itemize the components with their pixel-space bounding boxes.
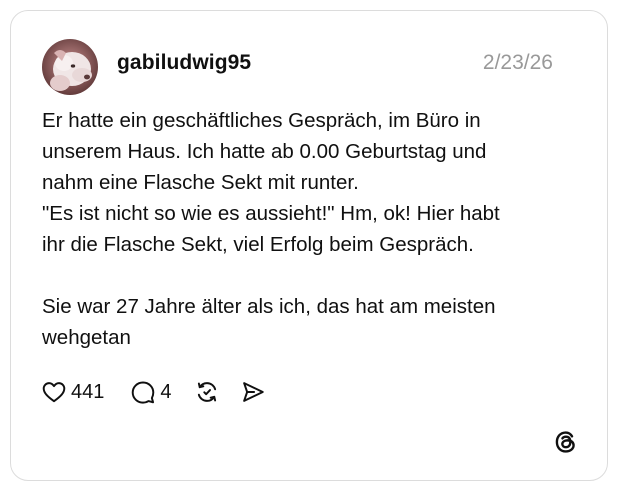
- threads-logo-icon: [555, 431, 575, 453]
- heart-icon: [42, 382, 66, 403]
- post-text-blank-line: [42, 260, 582, 291]
- repost-icon: [197, 382, 216, 402]
- post-text-line: ihr die Flasche Sekt, viel Erfolg beim G…: [42, 233, 474, 256]
- post-date: 2/23/26: [482, 51, 553, 74]
- post-text-line: wehgetan: [42, 326, 131, 349]
- reply-count: 4: [160, 380, 172, 403]
- reply-button[interactable]: 4: [130, 379, 172, 405]
- repost-button[interactable]: [194, 379, 220, 405]
- like-button[interactable]: 441: [41, 379, 104, 405]
- post-text-line: unserem Haus. Ich hatte ab 0.00 Geburtst…: [42, 140, 487, 163]
- post-body: Er hatte ein geschäftliches Gespräch, im…: [42, 105, 582, 353]
- avatar-dog-icon: [42, 39, 98, 95]
- avatar[interactable]: [42, 39, 98, 95]
- like-count: 441: [71, 380, 105, 403]
- comment-icon: [132, 381, 155, 404]
- post-text-line: "Es ist nicht so wie es aussieht!" Hm, o…: [42, 202, 500, 225]
- threads-logo-icon[interactable]: [553, 429, 579, 455]
- post-text-line: Er hatte ein geschäftliches Gespräch, im…: [42, 109, 481, 132]
- share-icon: [242, 382, 264, 402]
- share-button[interactable]: [240, 379, 266, 405]
- post-card: gabiludwig95 2/23/26 Er hatte ein geschä…: [10, 10, 608, 481]
- post-text-line: nahm eine Flasche Sekt mit runter.: [42, 171, 359, 194]
- username[interactable]: gabiludwig95: [117, 51, 251, 75]
- post-actions: 441 4: [41, 377, 266, 407]
- post-text-line: Sie war 27 Jahre älter als ich, das hat …: [42, 295, 496, 318]
